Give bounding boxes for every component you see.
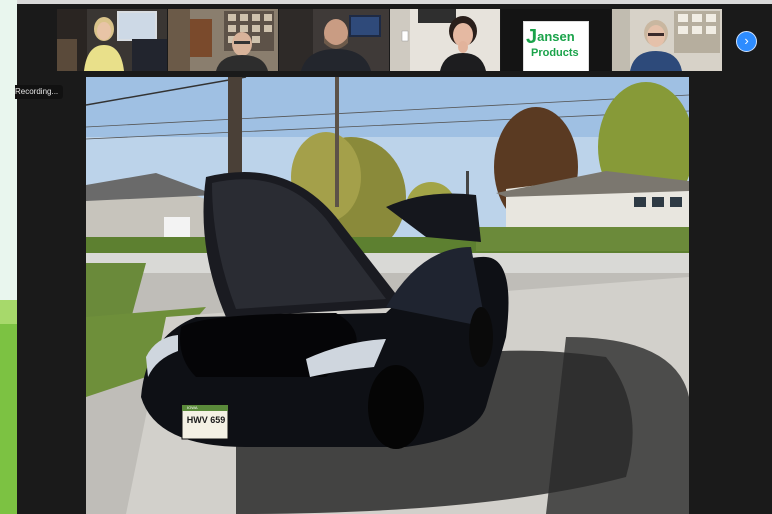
participant-video-tile[interactable] — [168, 9, 278, 71]
chevron-right-icon: › — [744, 33, 749, 48]
logo-text: ansen — [537, 29, 575, 44]
participant-video-tile[interactable] — [279, 9, 389, 71]
license-plate-text: HWV 659 — [186, 415, 226, 425]
next-participants-button[interactable]: › — [736, 31, 757, 52]
participant-video-tile[interactable] — [57, 9, 167, 71]
logo-initial: J — [526, 26, 538, 48]
license-plate-state: IOWA — [187, 405, 198, 410]
jansen-products-logo: Jansen Products — [523, 21, 589, 71]
meeting-window: Jansen Products › Recording... IOWA HWV … — [15, 0, 772, 514]
participant-video-tile[interactable] — [612, 9, 722, 71]
background-page-edge — [0, 0, 17, 514]
participant-video — [390, 9, 500, 71]
participant-video-tile[interactable] — [390, 9, 500, 71]
participant-logo-tile[interactable]: Jansen Products — [501, 9, 611, 71]
participant-video — [57, 9, 167, 71]
recording-indicator: Recording... — [15, 85, 64, 99]
shared-screen-video: IOWA HWV 659 — [86, 77, 689, 514]
car-photo — [86, 77, 689, 514]
participant-video — [168, 9, 278, 71]
participant-video — [612, 9, 722, 71]
participant-strip: Jansen Products — [57, 9, 723, 73]
logo-subtext: Products — [531, 47, 579, 59]
participant-video — [279, 9, 389, 71]
recording-label: Recording... — [15, 87, 59, 96]
